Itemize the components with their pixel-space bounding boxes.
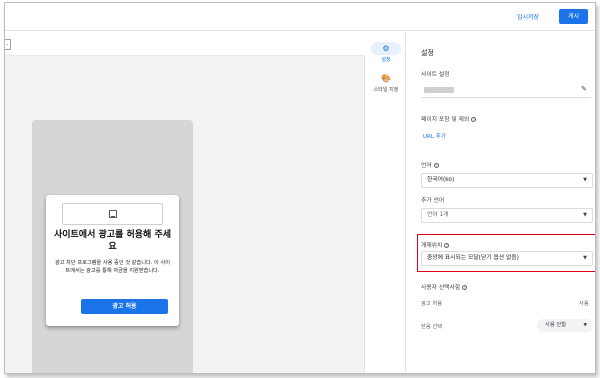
dialog-body: 광고 차단 프로그램을 사용 중인 것 같습니다. 이 사이트에서는 광고를 통… bbox=[54, 260, 171, 274]
settings-panel: 설정 사이트 설정 ✎ 페이지 포함 및 제외? URL 추가 언어? 한국어(… bbox=[407, 32, 595, 373]
gear-icon: ⚙ bbox=[382, 44, 390, 53]
toolbar-collapse-handle[interactable]: - bbox=[5, 39, 11, 50]
top-bar: 임시저장 게시 bbox=[5, 3, 595, 31]
placement-label-text: 게재위치 bbox=[421, 243, 443, 249]
save-draft-button[interactable]: 임시저장 bbox=[517, 12, 539, 21]
language-select-value: 한국어(ko) bbox=[427, 177, 455, 183]
preview-canvas: - 사이트에서 광고를 허용해 주세요 광고 차단 프로그램을 사용 중인 것 … bbox=[5, 32, 365, 373]
info-icon[interactable]: ? bbox=[433, 163, 439, 168]
language-label: 언어? bbox=[421, 160, 439, 169]
chevron-down-icon: ▼ bbox=[583, 177, 587, 183]
info-icon[interactable]: ? bbox=[471, 117, 477, 122]
pages-label: 페이지 포함 및 제외? bbox=[421, 114, 477, 123]
close-option-label: 닫음 선택 bbox=[421, 324, 443, 330]
language-select[interactable]: 한국어(ko) ▼ bbox=[421, 173, 593, 188]
close-option-value: 사용 안함 bbox=[545, 322, 567, 328]
palette-icon: 🎨 bbox=[381, 74, 391, 83]
user-choice-label: 사용자 선택사항? bbox=[421, 282, 468, 291]
dialog-title: 사이트에서 광고를 허용해 주세요 bbox=[53, 230, 172, 252]
info-icon[interactable]: ? bbox=[444, 243, 450, 248]
ad-consent-value: 사용 bbox=[579, 301, 589, 307]
publish-button[interactable]: 게시 bbox=[559, 9, 588, 24]
info-icon[interactable]: ? bbox=[462, 285, 468, 290]
extra-language-label: 추가 언어 bbox=[421, 198, 445, 204]
placement-select[interactable]: 중앙에 표시되는 모달(닫기 옵션 없음) ▼ bbox=[421, 251, 593, 266]
tab-style-label: 스타일 지정 bbox=[373, 87, 399, 93]
extra-language-select[interactable]: 언어 1개 ▼ bbox=[421, 208, 593, 223]
image-icon bbox=[109, 210, 117, 218]
placement-select-value: 중앙에 표시되는 모달(닫기 옵션 없음) bbox=[427, 255, 519, 261]
site-selector[interactable]: ✎ bbox=[421, 82, 591, 98]
close-option-select[interactable]: 사용 안함 ▼ bbox=[537, 319, 593, 332]
chevron-down-icon: ▼ bbox=[583, 212, 587, 218]
allow-ads-button[interactable]: 광고 허용 bbox=[81, 299, 168, 314]
site-name-blurred bbox=[424, 87, 454, 93]
tab-settings-pill: ⚙ bbox=[371, 42, 401, 55]
language-label-text: 언어 bbox=[421, 163, 432, 169]
chevron-down-icon: ▼ bbox=[583, 323, 587, 328]
chevron-down-icon: ▼ bbox=[583, 255, 587, 261]
canvas-toolbar: - bbox=[5, 32, 365, 56]
tab-settings-label: 설정 bbox=[381, 57, 391, 63]
add-url-link[interactable]: URL 추가 bbox=[423, 132, 446, 140]
user-choice-label-text: 사용자 선택사항 bbox=[421, 285, 461, 291]
ad-consent-label: 광고 허용 bbox=[421, 301, 443, 307]
pages-label-text: 페이지 포함 및 제외 bbox=[421, 117, 470, 123]
logo-placeholder bbox=[62, 203, 163, 225]
extra-language-select-value: 언어 1개 bbox=[427, 212, 449, 218]
side-tabs: ⚙ 설정 🎨 스타일 지정 bbox=[366, 32, 406, 373]
tab-settings[interactable]: ⚙ 설정 bbox=[368, 42, 404, 63]
tab-style-pill: 🎨 bbox=[371, 72, 401, 85]
edit-icon[interactable]: ✎ bbox=[581, 85, 587, 93]
placement-label: 게재위치? bbox=[421, 240, 450, 249]
adblock-dialog: 사이트에서 광고를 허용해 주세요 광고 차단 프로그램을 사용 중인 것 같습… bbox=[46, 195, 179, 326]
app-window: 임시저장 게시 - 사이트에서 광고를 허용해 주세요 광고 차단 프로그램을 … bbox=[4, 2, 596, 374]
site-settings-label: 사이트 설정 bbox=[421, 72, 450, 78]
mobile-preview: 사이트에서 광고를 허용해 주세요 광고 차단 프로그램을 사용 중인 것 같습… bbox=[32, 120, 193, 373]
panel-title: 설정 bbox=[421, 49, 434, 57]
tab-style[interactable]: 🎨 스타일 지정 bbox=[368, 72, 404, 93]
